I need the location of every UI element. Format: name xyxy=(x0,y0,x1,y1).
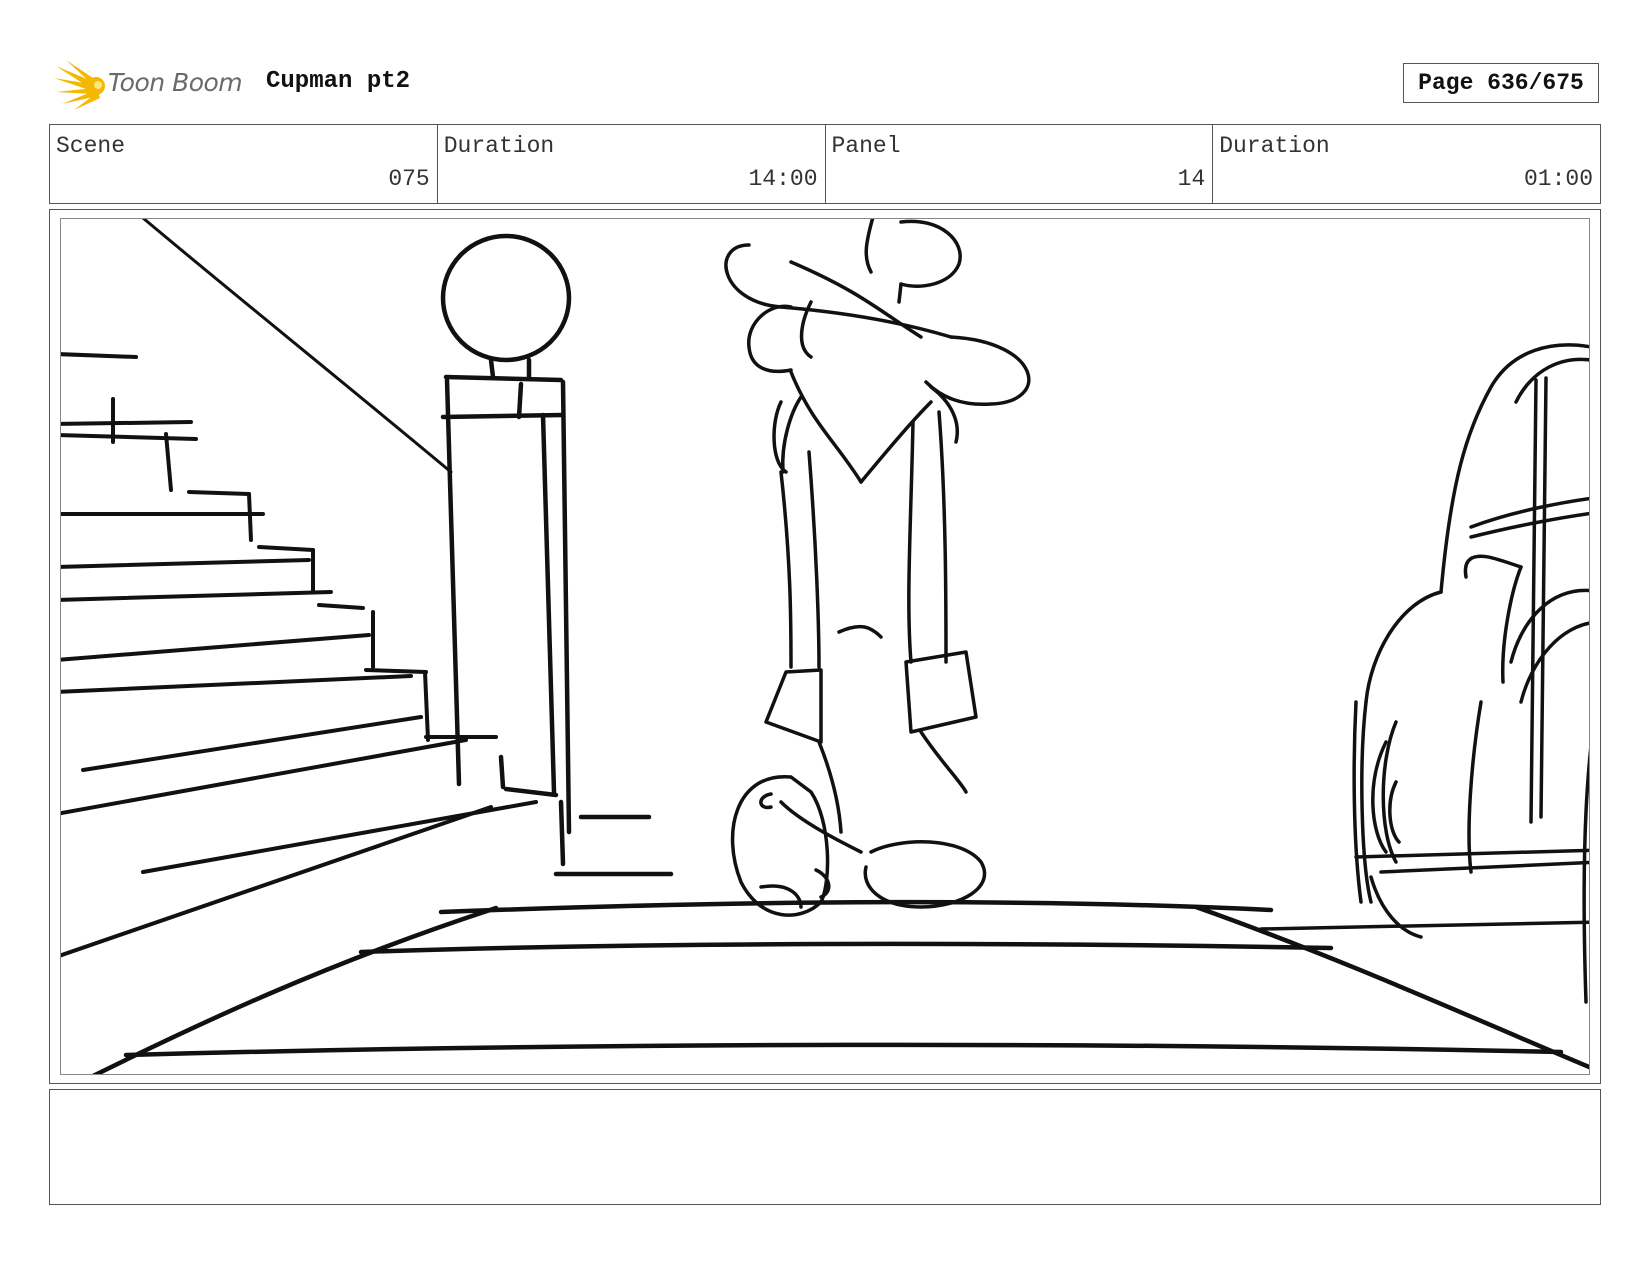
panel-duration-label: Duration xyxy=(1219,133,1330,159)
panel-duration-cell: Duration 01:00 xyxy=(1213,125,1600,203)
newel-post-sketch xyxy=(440,233,674,877)
scene-value: 075 xyxy=(388,166,430,192)
info-table: Scene 075 Duration 14:00 Panel 14 Durati… xyxy=(49,124,1601,204)
scene-duration-label: Duration xyxy=(443,133,555,159)
brand-name: Toon Boom xyxy=(108,68,243,97)
staircase-sketch xyxy=(61,219,538,958)
panel-value: 14 xyxy=(1177,166,1206,192)
panel-duration-value: 01:00 xyxy=(1523,166,1593,192)
scene-duration-value: 14:00 xyxy=(748,166,818,192)
scene-duration-cell: Duration 14:00 xyxy=(438,125,826,203)
toon-boom-logo: Toon Boom xyxy=(54,58,250,112)
panel-cell: Panel 14 xyxy=(826,125,1214,203)
panel-notes-box xyxy=(49,1089,1601,1205)
page-number: Page 636/675 xyxy=(1403,63,1599,103)
storyboard-sketch xyxy=(61,219,1589,1074)
project-title: Cupman pt2 xyxy=(266,68,411,95)
scene-cell: Scene 075 xyxy=(50,125,438,203)
scene-label: Scene xyxy=(56,133,126,159)
panel-drawing-area xyxy=(60,218,1590,1075)
car-sketch xyxy=(1259,343,1589,1004)
storyboard-panel xyxy=(49,209,1601,1084)
panel-label: Panel xyxy=(831,133,901,159)
character-sketch xyxy=(724,219,1031,917)
